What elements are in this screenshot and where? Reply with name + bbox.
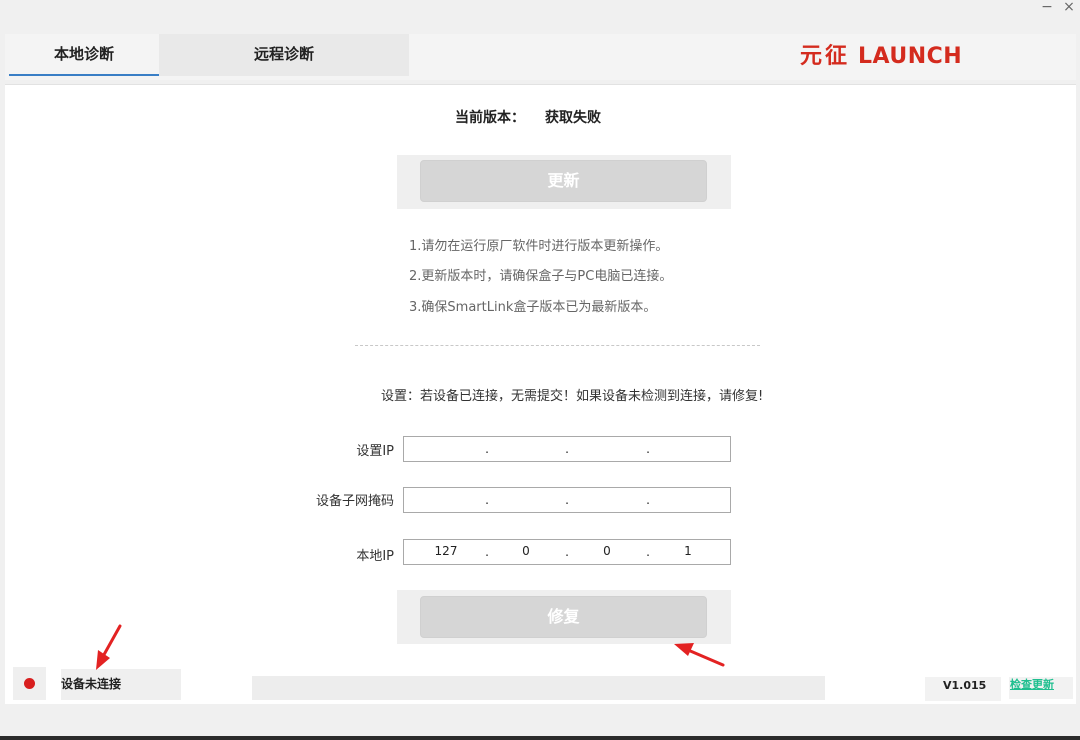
update-note-2: 2.更新版本时，请确保盒子与PC电脑已连接。 xyxy=(409,269,673,284)
ip-segment[interactable] xyxy=(416,488,472,512)
update-note-1: 1.请勿在运行原厂软件时进行版本更新操作。 xyxy=(409,239,669,254)
current-version-label: 当前版本： xyxy=(455,110,525,126)
update-button-panel: 更新 xyxy=(397,155,731,209)
update-button[interactable]: 更新 xyxy=(420,160,707,202)
tab-local-diagnosis[interactable]: 本地诊断 xyxy=(9,34,159,76)
ip-dot: . xyxy=(646,493,650,507)
brand-chinese-name: 元征 xyxy=(800,44,851,69)
window-bottom-margin xyxy=(0,704,1080,736)
ip-segment[interactable]: 127 xyxy=(418,540,474,564)
ip-dot: . xyxy=(646,442,650,456)
ip-segment[interactable] xyxy=(576,488,632,512)
ip-segment[interactable] xyxy=(496,437,552,461)
repair-button-panel: 修复 xyxy=(397,590,731,644)
update-note-3: 3.确保SmartLink盒子版本已为最新版本。 xyxy=(409,300,657,315)
check-update-link[interactable]: 检查更新 xyxy=(1009,677,1073,699)
ip-segment[interactable] xyxy=(416,437,472,461)
close-icon[interactable]: × xyxy=(1058,0,1080,16)
ip-segment[interactable] xyxy=(576,437,632,461)
minimize-icon[interactable]: − xyxy=(1036,0,1058,16)
current-version-value: 获取失败 xyxy=(545,110,601,126)
repair-button[interactable]: 修复 xyxy=(420,596,707,638)
status-dot-icon xyxy=(24,678,35,689)
window-bottom-edge xyxy=(0,736,1080,740)
subnet-mask-label: 设备子网掩码 xyxy=(315,494,394,509)
ip-dot: . xyxy=(646,545,650,559)
device-ip-label: 设置IP xyxy=(356,444,394,459)
ip-dot: . xyxy=(485,545,489,559)
ip-dot: . xyxy=(565,493,569,507)
local-ip-input[interactable]: 127 . 0 . 0 . 1 xyxy=(403,539,731,565)
settings-hint: 设置：若设备已连接，无需提交！如果设备未检测到连接，请修复! xyxy=(381,389,764,404)
ip-segment[interactable] xyxy=(496,488,552,512)
title-bar: − × xyxy=(0,0,1080,34)
device-ip-input[interactable]: . . . xyxy=(403,436,731,462)
subnet-mask-input[interactable]: . . . xyxy=(403,487,731,513)
dashed-divider xyxy=(355,345,760,346)
local-ip-label: 本地IP xyxy=(356,549,394,564)
ip-dot: . xyxy=(565,442,569,456)
app-version: V1.015 xyxy=(925,677,1001,701)
brand-logo: 元征 LAUNCH xyxy=(800,38,990,69)
connection-status-text: 设备未连接 xyxy=(61,669,181,700)
ip-segment[interactable] xyxy=(659,488,715,512)
current-version-row: 当前版本： 获取失败 xyxy=(455,107,601,127)
ip-segment[interactable]: 1 xyxy=(660,540,716,564)
ip-segment[interactable] xyxy=(659,437,715,461)
progress-bar xyxy=(252,676,825,700)
brand-english-name: LAUNCH xyxy=(858,44,963,69)
ip-segment[interactable]: 0 xyxy=(498,540,554,564)
ip-dot: . xyxy=(485,442,489,456)
ip-dot: . xyxy=(565,545,569,559)
connection-indicator xyxy=(13,667,46,700)
tab-remote-diagnosis[interactable]: 远程诊断 xyxy=(159,34,409,76)
ip-segment[interactable]: 0 xyxy=(579,540,635,564)
ip-dot: . xyxy=(485,493,489,507)
